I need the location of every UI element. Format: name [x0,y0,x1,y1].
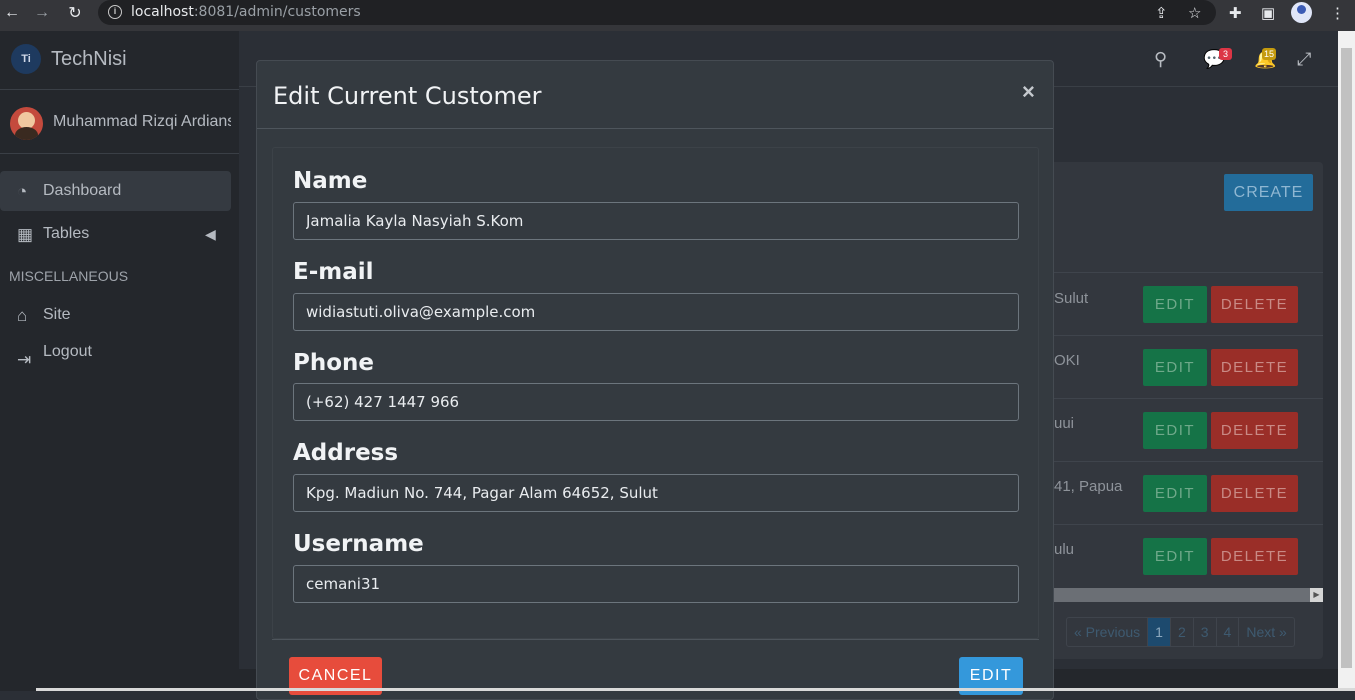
phone-field[interactable] [293,383,1019,421]
row-delete-button[interactable]: DELETE [1211,538,1298,575]
pagination-page-4[interactable]: 4 [1217,618,1240,646]
row-edit-button[interactable]: EDIT [1143,349,1207,386]
chevron-left-icon: ◀ [205,225,216,242]
star-icon[interactable]: ☆ [1188,4,1201,22]
row-edit-button[interactable]: EDIT [1143,475,1207,512]
scroll-right-icon[interactable]: ▶ [1310,588,1323,602]
sidebar-section-header: MISCELLANEOUS [9,268,129,284]
sidebar-item-label: Tables [43,225,90,242]
extensions-icon[interactable]: ✚ [1229,4,1242,22]
pagination-previous[interactable]: « Previous [1067,618,1149,646]
pagination-page-1[interactable]: 1 [1148,618,1171,646]
table-cell-address: uui [1054,415,1075,432]
sidebar-item-dashboard[interactable]: ◔ Dashboard [0,171,231,211]
table-icon: ▦ [17,225,34,244]
table-cell-address: ulu [1054,541,1075,558]
sidebar-item-tables[interactable]: ▦ Tables ◀ [0,214,231,254]
fullscreen-icon[interactable]: ⤢ [1297,49,1311,70]
search-icon[interactable]: ⚲ [1154,49,1167,70]
messages-badge: 3 [1219,48,1232,60]
row-divider [1040,461,1323,462]
info-icon[interactable]: i [108,5,122,19]
home-icon: ⌂ [17,306,28,325]
address-label: Address [293,440,399,466]
sidebar-item-site[interactable]: ⌂ Site [0,295,231,335]
pagination-page-2[interactable]: 2 [1171,618,1194,646]
pagination: « Previous 1 2 3 4 Next » [1066,617,1295,647]
avatar [10,107,43,140]
row-delete-button[interactable]: DELETE [1211,349,1298,386]
row-edit-button[interactable]: EDIT [1143,412,1207,449]
menu-kebab-icon[interactable]: ⋮ [1330,4,1345,22]
table-cell-address: 41, Papua [1054,478,1123,495]
share-icon[interactable]: ⇪ [1155,4,1168,22]
pagination-next[interactable]: Next » [1239,618,1293,646]
row-divider [1040,272,1323,273]
back-icon[interactable]: ← [0,1,24,25]
user-panel[interactable]: Muhammad Rizqi Ardiansyah [0,91,239,154]
row-edit-button[interactable]: EDIT [1143,538,1207,575]
sidebar: Ti TechNisi Muhammad Rizqi Ardiansyah ◔ … [0,31,239,691]
username-label: Username [293,531,424,557]
user-name[interactable]: Muhammad Rizqi Ardiansyah [53,113,231,131]
brand-logo: Ti [11,44,41,74]
email-field[interactable] [293,293,1019,331]
forward-icon[interactable]: → [30,1,54,25]
modal-title: Edit Current Customer [273,82,542,110]
page-scrollbar-thumb[interactable] [1341,48,1352,668]
horizontal-scrollbar[interactable] [1040,588,1323,602]
table-cell-address: OKI [1054,352,1080,369]
row-divider [1040,524,1323,525]
table-cell-address: Sulut [1054,290,1089,307]
notifications-badge: 15 [1262,48,1277,60]
address-bar[interactable]: i localhost:8081/admin/customers ⇪ ☆ [98,0,1216,25]
brand-text: TechNisi [51,48,127,70]
row-edit-button[interactable]: EDIT [1143,286,1207,323]
name-field[interactable] [293,202,1019,240]
row-delete-button[interactable]: DELETE [1211,286,1298,323]
row-delete-button[interactable]: DELETE [1211,412,1298,449]
gauge-icon: ◔ [17,182,28,201]
customers-card [1040,162,1323,659]
name-label: Name [293,168,368,194]
sidepanel-icon[interactable]: ▣ [1261,4,1275,22]
sidebar-item-logout[interactable]: ⇥ Logout [0,339,231,379]
brand[interactable]: Ti TechNisi [0,31,239,90]
close-icon[interactable]: × [1022,79,1035,105]
profile-avatar[interactable] [1291,2,1312,23]
reload-icon[interactable]: ↻ [63,1,87,25]
sidebar-item-label: Dashboard [43,182,122,199]
pagination-page-3[interactable]: 3 [1194,618,1217,646]
address-field[interactable] [293,474,1019,512]
edit-customer-modal: Edit Current Customer × Name E-mail Phon… [256,60,1054,700]
row-delete-button[interactable]: DELETE [1211,475,1298,512]
modal-divider [272,639,1039,640]
row-divider [1040,398,1323,399]
logout-icon: ⇥ [17,350,32,369]
row-divider [1040,335,1323,336]
create-button[interactable]: CREATE [1224,174,1313,211]
phone-label: Phone [293,350,375,376]
modal-header: Edit Current Customer × [257,61,1053,129]
email-label: E-mail [293,259,374,285]
username-field[interactable] [293,565,1019,603]
sidebar-item-label: Site [43,306,71,323]
sidebar-item-label: Logout [43,343,92,360]
url-text[interactable]: localhost:8081/admin/customers [131,4,361,20]
browser-toolbar: ← → ↻ i localhost:8081/admin/customers ⇪… [0,0,1355,31]
